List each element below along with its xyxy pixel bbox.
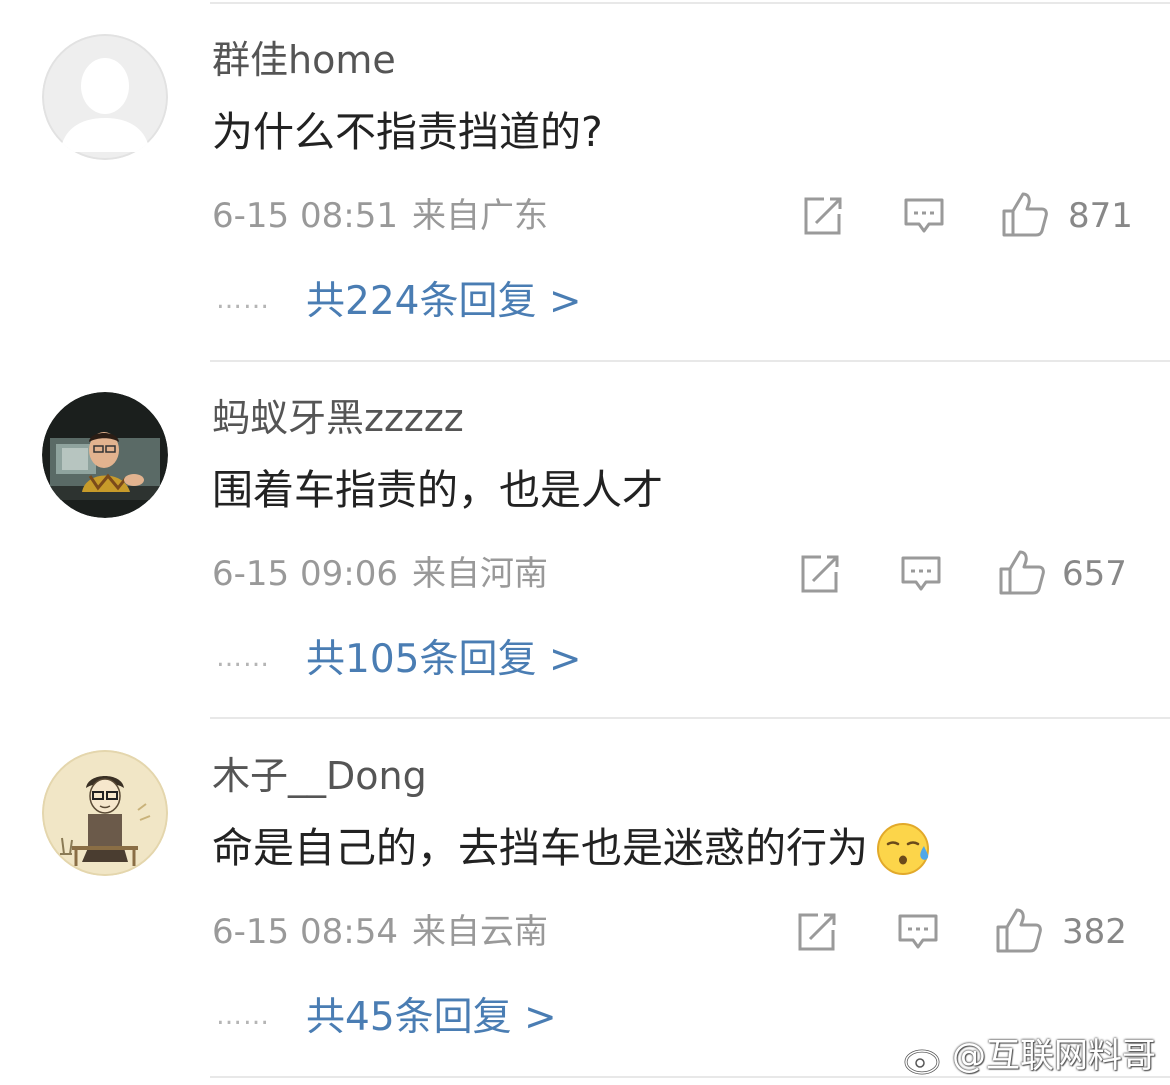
sweat-emoji-icon [877,823,929,875]
default-avatar-icon [42,34,168,160]
ellipsis: …… [216,285,270,315]
view-replies-link[interactable]: 共45条回复 > [306,992,557,1044]
comment-meta: 6-15 08:54 来自云南 [212,908,548,956]
comment-icon[interactable] [896,910,940,954]
avatar[interactable] [42,34,168,160]
thumbs-up-icon[interactable] [994,906,1044,956]
comment-text: 围着车指责的，也是人才 [212,466,663,514]
comment-text: 为什么不指责挡道的? [212,108,603,156]
like-count: 657 [1062,554,1127,594]
share-icon[interactable] [794,910,838,954]
view-replies-link[interactable]: 共105条回复 > [306,634,582,686]
comment-icon[interactable] [899,552,943,596]
comment-date: 6-15 08:51 [212,196,398,236]
comment-location: 来自河南 [411,554,548,594]
avatar[interactable] [42,392,168,518]
comment-date: 6-15 09:06 [212,554,398,594]
share-icon[interactable] [800,194,844,238]
comment-location: 来自广东 [411,196,548,236]
comment-item: 群佳home 为什么不指责挡道的? 6-15 08:51 来自广东 871 …… … [0,0,1170,358]
comment-meta: 6-15 08:51 来自广东 [212,192,548,240]
username[interactable]: 蚂蚁牙黑zzzzz [212,394,464,442]
comment-meta: 6-15 09:06 来自河南 [212,550,548,598]
cartoon-avatar-icon [42,750,168,876]
watermark-text: @互联网料哥 [952,1036,1156,1076]
ellipsis: …… [216,643,270,673]
like-count: 382 [1062,912,1127,952]
watermark: @互联网料哥 [904,1034,1156,1078]
user-photo-icon [42,392,168,518]
comment-item: 蚂蚁牙黑zzzzz 围着车指责的，也是人才 6-15 09:06 来自河南 657… [0,358,1170,716]
thumbs-up-icon[interactable] [997,548,1047,598]
like-count: 871 [1068,196,1133,236]
comment-location: 来自云南 [411,912,548,952]
view-replies-link[interactable]: 共224条回复 > [306,276,582,328]
ellipsis: …… [216,1001,270,1031]
comment-icon[interactable] [902,194,946,238]
comment-text: 命是自己的，去挡车也是迷惑的行为 [212,820,932,876]
username[interactable]: 木子__Dong [212,752,427,800]
share-icon[interactable] [797,552,841,596]
comment-date: 6-15 08:54 [212,912,398,952]
comment-item: 木子__Dong 命是自己的，去挡车也是迷惑的行为 6-15 08:54 来自云南… [0,716,1170,1074]
avatar[interactable] [42,750,168,876]
comment-text-body: 命是自己的，去挡车也是迷惑的行为 [212,824,868,872]
thumbs-up-icon[interactable] [1000,190,1050,240]
weibo-logo-icon [904,1044,946,1074]
username[interactable]: 群佳home [212,36,396,84]
